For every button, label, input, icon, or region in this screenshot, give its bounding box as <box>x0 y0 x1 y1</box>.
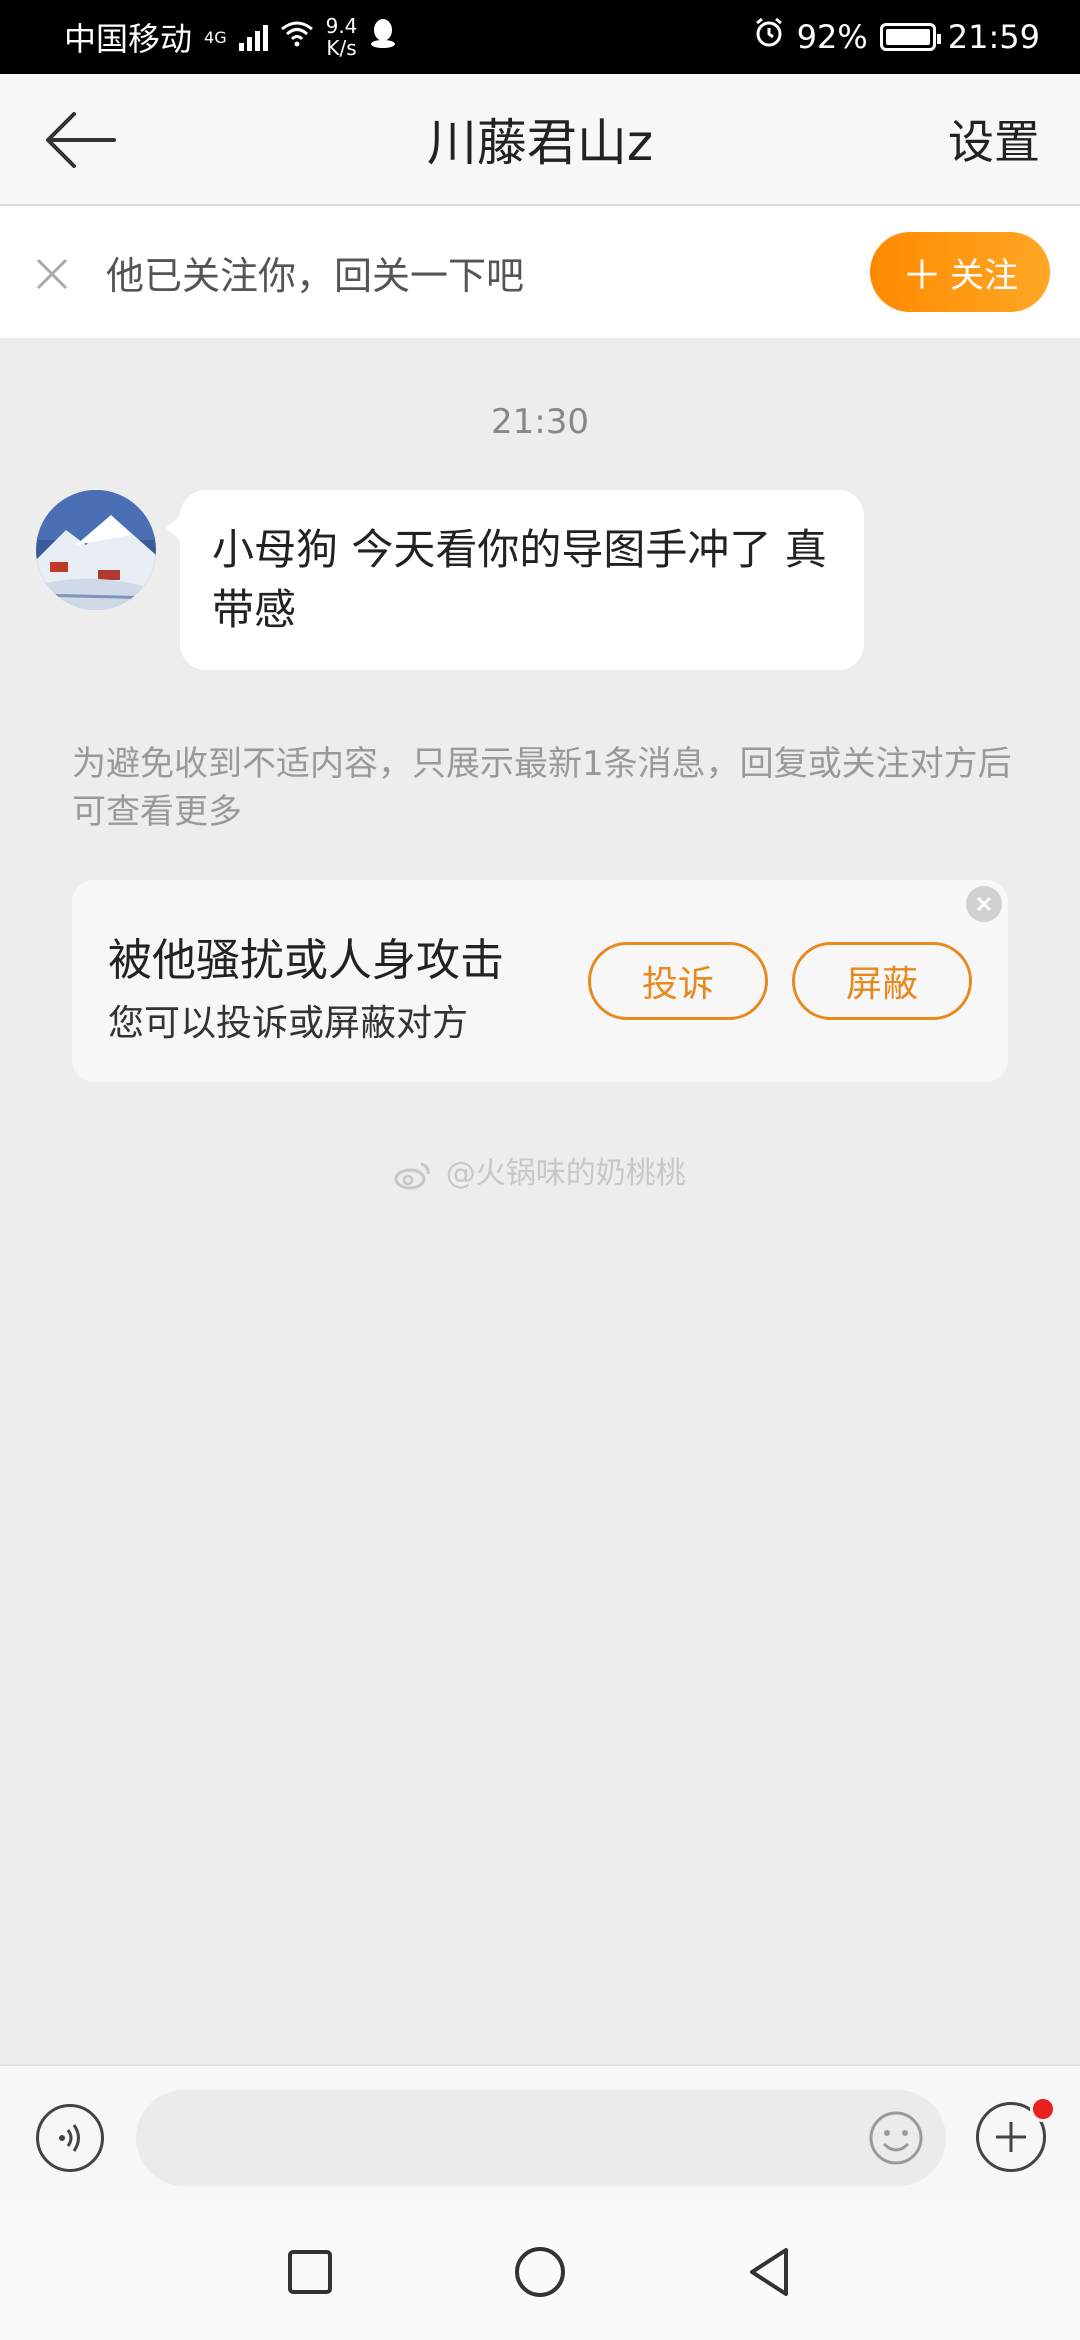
report-card-subtitle: 您可以投诉或屏蔽对方 <box>108 1003 469 1044</box>
status-bar: 中国移动 4G 9.4 K/s 92% 21:59 <box>0 0 1080 74</box>
voice-input-icon[interactable] <box>36 2104 104 2172</box>
speed-unit: K/s <box>326 36 357 60</box>
chat-page: 中国移动 4G 9.4 K/s 92% 21:59 川藤君山z 设置 他已关注你… <box>0 0 1080 2340</box>
complain-button[interactable]: 投诉 <box>588 942 768 1020</box>
follow-back-banner: 他已关注你，回关一下吧 ＋ 关注 <box>0 206 1080 338</box>
emoji-icon[interactable] <box>866 2108 926 2168</box>
watermark-text: @火锅味的奶桃桃 <box>445 1156 686 1191</box>
input-bar <box>0 2064 1080 2204</box>
nav-back-icon[interactable] <box>740 2242 800 2302</box>
battery-percent: 92% <box>796 18 868 56</box>
battery-icon <box>879 23 941 51</box>
wifi-icon <box>280 19 314 55</box>
alarm-icon <box>753 17 785 57</box>
message-text: 小母狗 今天看你的导图手冲了 真带感 <box>212 525 827 634</box>
speed-value: 9.4 <box>325 14 358 38</box>
header: 川藤君山z 设置 <box>0 74 1080 206</box>
harassment-report-card: 被他骚扰或人身攻击 您可以投诉或屏蔽对方 投诉 屏蔽 <box>72 880 1008 1082</box>
plus-icon: ＋ <box>902 253 942 299</box>
follow-button-label: 关注 <box>950 255 1018 296</box>
system-nav-bar <box>0 2204 1080 2340</box>
network-type: 4G <box>204 28 227 47</box>
card-close-icon[interactable] <box>966 886 1002 922</box>
report-card-title: 被他骚扰或人身攻击 <box>108 935 504 986</box>
weibo-logo-icon <box>394 1162 430 1189</box>
carrier-name: 中国移动 <box>64 20 193 58</box>
block-button[interactable]: 屏蔽 <box>792 942 972 1020</box>
home-icon[interactable] <box>510 2242 570 2302</box>
message-bubble[interactable]: 小母狗 今天看你的导图手冲了 真带感 <box>166 490 864 670</box>
follow-button[interactable]: ＋ 关注 <box>870 232 1050 312</box>
watermark: @火锅味的奶桃桃 <box>0 1148 1080 1192</box>
recent-apps-icon[interactable] <box>280 2242 340 2302</box>
settings-button[interactable]: 设置 <box>948 106 1040 172</box>
avatar[interactable] <box>36 490 156 610</box>
network-speed: 9.4 K/s <box>326 15 358 59</box>
qq-icon <box>369 17 397 57</box>
clock: 21:59 <box>947 18 1040 56</box>
follow-back-text: 他已关注你，回关一下吧 <box>106 253 525 298</box>
close-icon[interactable] <box>34 256 70 292</box>
limited-messages-notice: 为避免收到不适内容，只展示最新1条消息，回复或关注对方后可查看更多 <box>72 744 1012 832</box>
message-timestamp: 21:30 <box>491 402 589 442</box>
signal-icon <box>238 23 268 51</box>
message-input[interactable] <box>136 2090 946 2186</box>
page-title: 川藤君山z <box>426 114 654 172</box>
notification-dot <box>1030 2096 1056 2122</box>
